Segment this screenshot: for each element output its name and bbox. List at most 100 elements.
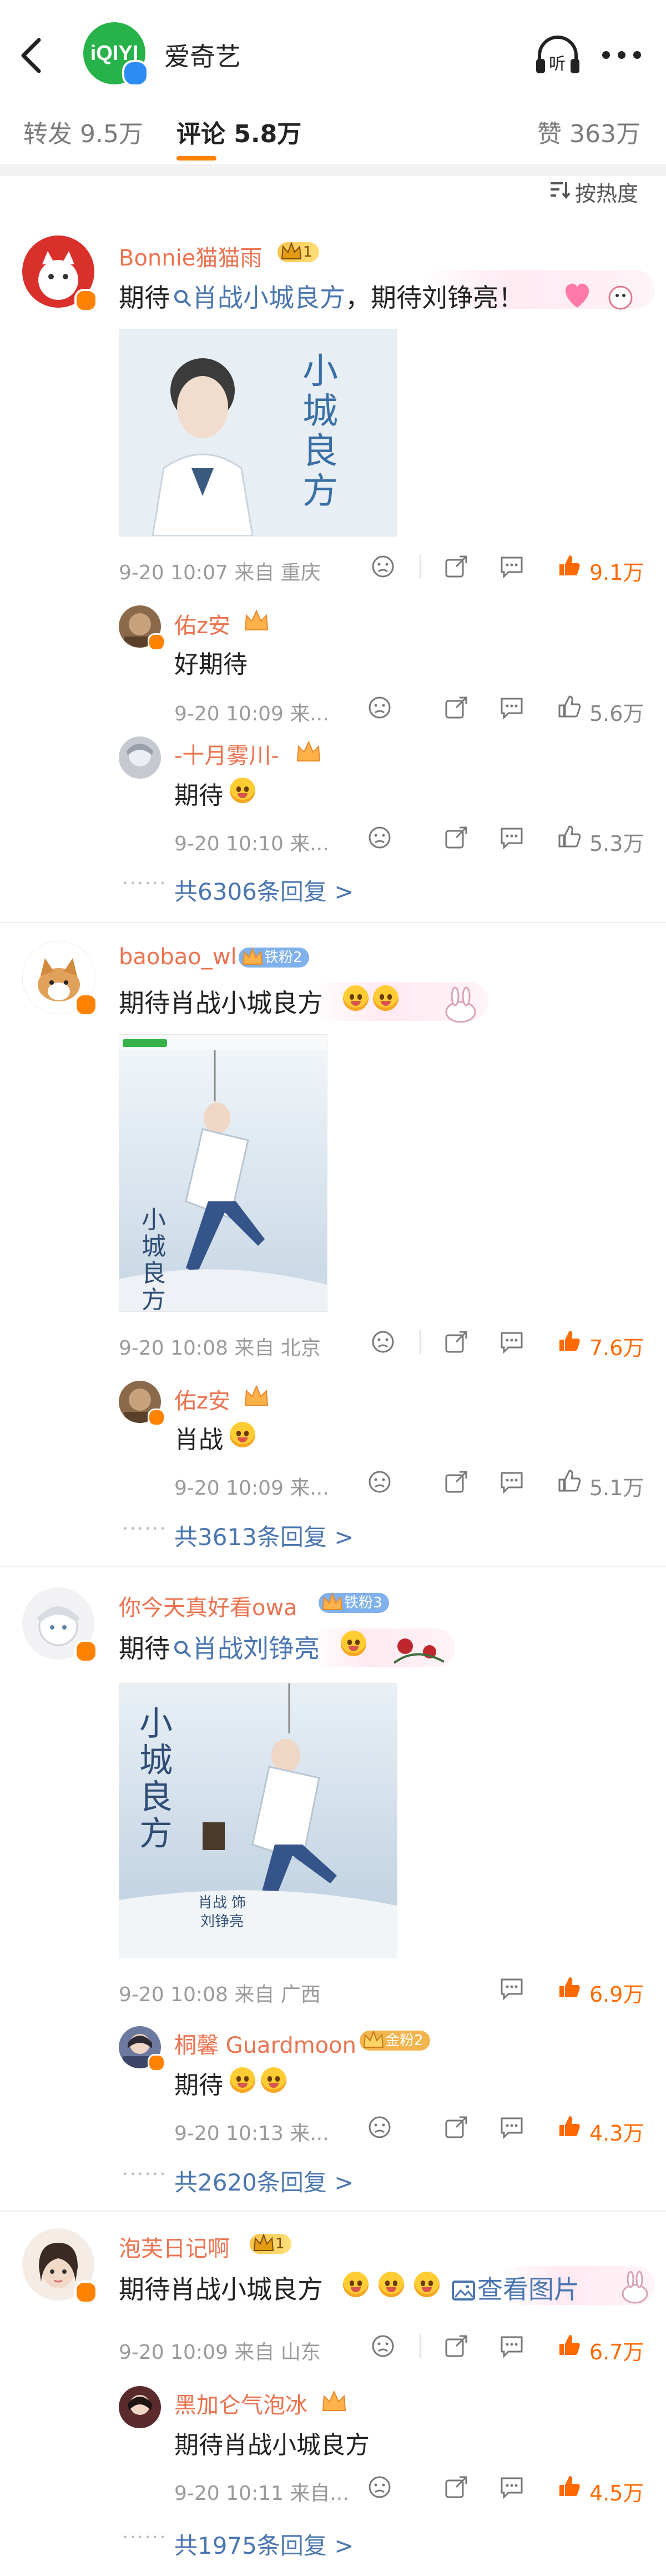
like-icon[interactable] [557, 553, 582, 578]
sort-label: 按热度 [575, 182, 639, 206]
like-icon[interactable] [557, 1469, 582, 1493]
comment-text: 期待 肖战小城良方，期待刘铮亮！ [119, 278, 524, 314]
member-level: 1 [303, 244, 312, 260]
like-icon[interactable] [557, 824, 582, 849]
crown-icon [253, 2233, 274, 2251]
share-icon[interactable] [444, 2115, 468, 2139]
reply-text: 期待肖战小城良方 [174, 2431, 370, 2459]
reply-username[interactable]: 佑z安 [174, 608, 230, 640]
username[interactable]: 你今天真好看owa [119, 1590, 297, 1622]
dislike-icon[interactable] [371, 554, 395, 579]
dislike-icon[interactable] [367, 695, 392, 720]
like-icon[interactable] [557, 2114, 582, 2138]
tab-comments[interactable]: 评论 5.8万 [176, 114, 301, 149]
divider [0, 922, 666, 923]
divider [420, 554, 421, 579]
like-icon[interactable] [557, 694, 582, 719]
comment-icon[interactable] [500, 695, 524, 720]
tab-bar: 转发 9.5万 评论 5.8万 赞 363万 [0, 103, 666, 164]
more-icon[interactable] [599, 47, 644, 63]
share-icon[interactable] [444, 1470, 468, 1494]
topic-link[interactable]: 肖战小城良方 [170, 283, 345, 313]
emoji-icon [261, 2067, 286, 2093]
comment-icon[interactable] [500, 554, 524, 579]
share-icon[interactable] [444, 2334, 468, 2358]
fan-level: 铁粉3 [344, 1595, 382, 1611]
brand-name[interactable]: 爱奇艺 [164, 37, 241, 73]
more-replies-link[interactable]: 共1975条回复 > [174, 2527, 354, 2561]
top-bar: iQIYI 爱奇艺 听 [0, 0, 666, 111]
dislike-icon[interactable] [371, 2334, 395, 2358]
listen-button[interactable]: 听 [533, 33, 583, 78]
username[interactable]: Bonnie猫猫雨 [119, 240, 262, 272]
crown-icon [296, 740, 321, 761]
dislike-icon[interactable] [367, 825, 392, 850]
bunny-decoration-icon [438, 986, 488, 1028]
back-icon[interactable] [17, 33, 48, 78]
dislike-icon[interactable] [367, 1470, 392, 1494]
comment-text-suffix: ，期待刘铮亮！ [345, 283, 524, 313]
avatar[interactable] [119, 736, 161, 779]
image-icon [452, 2281, 475, 2301]
comment-icon[interactable] [500, 2475, 524, 2499]
tab-reposts[interactable]: 转发 9.5万 [23, 114, 143, 149]
more-replies-link[interactable]: 共3613条回复 > [174, 1518, 354, 1552]
share-icon[interactable] [444, 2475, 468, 2499]
fan-badge: 铁粉2 [239, 947, 309, 968]
like-count: 9.1万 [589, 560, 644, 585]
more-replies-link[interactable]: 共6306条回复 > [174, 873, 354, 907]
share-icon[interactable] [444, 1330, 468, 1354]
comment-icon[interactable] [500, 1976, 524, 2001]
comment-icon[interactable] [500, 1330, 524, 1354]
reply-username[interactable]: 桐馨 Guardmoon [174, 2027, 356, 2059]
reply-username[interactable]: 佑z安 [174, 1383, 230, 1415]
avatar[interactable] [119, 2386, 161, 2428]
username[interactable]: 泡芙日记啊 [119, 2231, 230, 2263]
like-icon[interactable] [557, 2474, 582, 2498]
dots-divider: ······ [122, 2526, 167, 2549]
topic-link[interactable]: 肖战刘铮亮 [170, 1633, 320, 1663]
like-count: 4.3万 [589, 2121, 644, 2146]
comment-icon[interactable] [500, 1470, 524, 1494]
comment-meta: 9-20 10:08 来自 广西 [119, 1983, 321, 2006]
reply-text: 好期待 [174, 650, 248, 679]
topic-link-text: 肖战小城良方 [192, 283, 345, 313]
username[interactable]: baobao_wl [119, 944, 237, 970]
verified-icon [148, 1409, 165, 1426]
share-icon[interactable] [444, 554, 468, 579]
like-icon[interactable] [557, 1975, 582, 1999]
like-icon[interactable] [557, 2333, 582, 2357]
emoji-icon [379, 2272, 404, 2297]
tab-likes[interactable]: 赞 363万 [537, 114, 640, 149]
divider [0, 2211, 666, 2212]
comment-icon[interactable] [500, 2334, 524, 2358]
like-icon[interactable] [557, 1329, 582, 1353]
dislike-icon[interactable] [367, 2115, 392, 2139]
verified-icon [74, 1640, 98, 1663]
crown-icon [322, 1592, 343, 1610]
dots-divider: ······ [122, 1517, 167, 1540]
reply-username[interactable]: -十月雾川- [174, 738, 279, 770]
reply-username[interactable]: 黑加仑气泡冰 [174, 2387, 307, 2419]
view-image-link[interactable]: 查看图片 [452, 2269, 579, 2306]
comment-image[interactable]: 小城良方 [119, 329, 397, 537]
comment-image[interactable]: 小城良方 [119, 1034, 327, 1312]
like-count: 6.7万 [589, 2340, 644, 2364]
rose-decoration-icon [383, 1630, 455, 1671]
brand-avatar[interactable]: iQIYI [83, 22, 149, 87]
dislike-icon[interactable] [367, 2475, 392, 2499]
share-icon[interactable] [444, 695, 468, 720]
share-icon[interactable] [444, 825, 468, 850]
sort-button[interactable]: 按热度 [549, 177, 649, 206]
emoji-icon [230, 2067, 255, 2093]
comment-image[interactable]: 小城良方 肖战 饰 刘铮亮 [119, 1683, 397, 1958]
fan-level: 金粉2 [385, 2032, 423, 2049]
comment-icon[interactable] [500, 2115, 524, 2139]
more-replies-link[interactable]: 共2620条回复 > [174, 2164, 354, 2198]
like-count: 5.3万 [589, 831, 644, 856]
comment-icon[interactable] [500, 825, 524, 850]
comment-text: 期待肖战小城良方 [119, 988, 323, 1018]
fan-badge: 铁粉3 [319, 1592, 389, 1613]
dislike-icon[interactable] [371, 1330, 395, 1354]
comment-meta: 9-20 10:08 来自 北京 [119, 1337, 321, 1360]
